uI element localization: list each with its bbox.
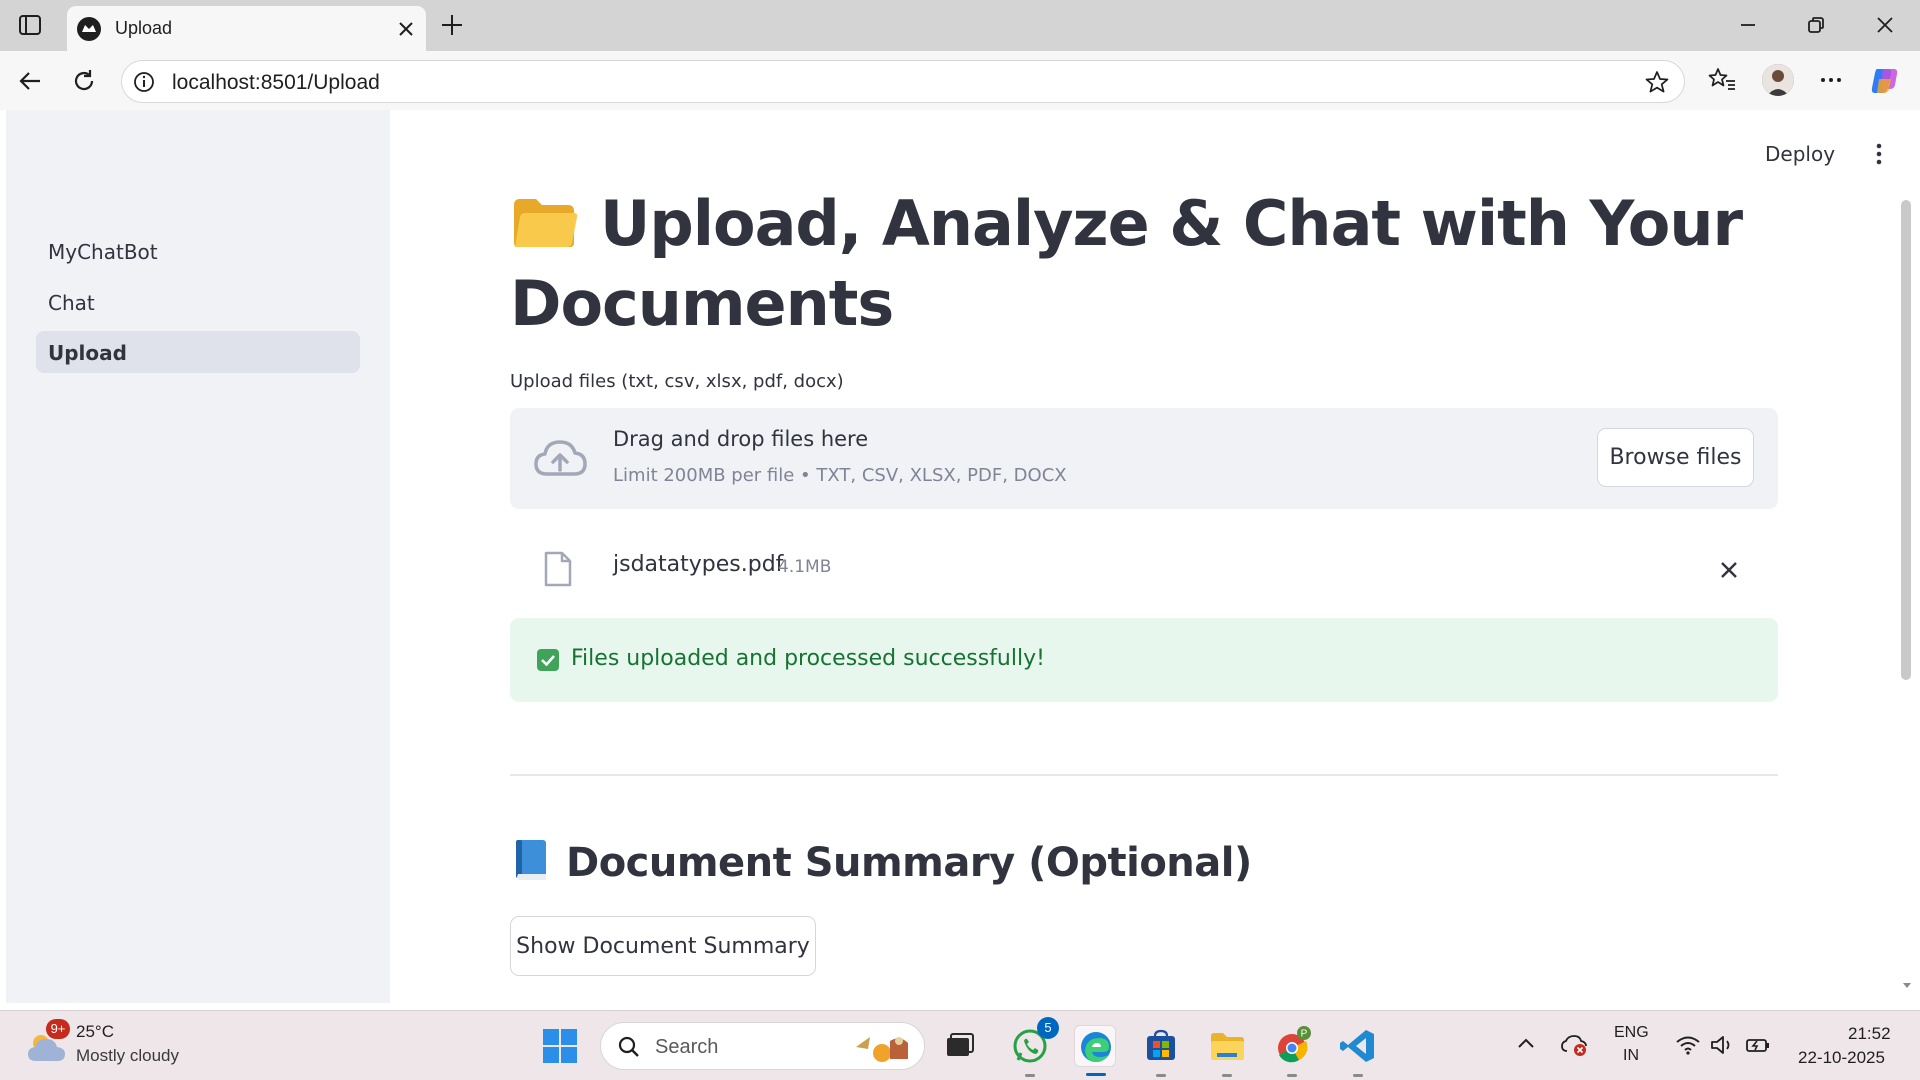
streamlit-favicon-icon [77,17,101,41]
dropzone-title: Drag and drop files here [613,427,869,451]
minimize-icon[interactable] [1736,13,1760,37]
success-alert: Files uploaded and processed successfull… [510,618,1778,702]
file-dropzone[interactable]: Drag and drop files here Limit 200MB per… [510,408,1778,509]
whatsapp-unread-badge: 5 [1037,1017,1059,1039]
search-highlight-icon [852,1029,914,1065]
file-icon [543,550,573,588]
summary-heading: Document Summary (Optional) [510,838,1252,886]
profile-avatar[interactable] [1762,64,1794,96]
reload-icon[interactable] [70,67,98,95]
address-bar[interactable]: localhost:8501/Upload [121,60,1685,103]
copilot-icon[interactable] [1869,65,1899,95]
main-menu-icon[interactable] [1867,140,1891,168]
sidebar-item-label: MyChatBot [48,240,158,264]
windows-start-icon[interactable] [542,1028,578,1064]
running-indicator [1156,1074,1166,1077]
browser-tab[interactable]: Upload [67,6,426,51]
favorite-star-icon[interactable] [1644,69,1670,95]
weather-temperature[interactable]: 25°C [76,1022,114,1042]
scroll-down-arrow-icon[interactable] [1901,978,1913,990]
taskbar-app-store[interactable] [1140,1025,1182,1077]
browser-toolbar: localhost:8501/Upload [0,51,1920,110]
show-hidden-icons-chevron-icon[interactable] [1515,1033,1537,1055]
tab-title: Upload [115,18,173,38]
site-info-icon[interactable] [133,71,155,93]
windows-taskbar: 9+ 25°C Mostly cloudy Search 5 P ENG IN … [0,1010,1920,1080]
browse-files-button[interactable]: Browse files [1597,428,1754,487]
taskbar-app-vscode[interactable] [1337,1025,1379,1077]
search-icon [617,1035,641,1059]
wifi-icon[interactable] [1675,1033,1701,1057]
running-indicator [1287,1074,1297,1077]
back-arrow-icon[interactable] [16,67,44,95]
summary-heading-text: Document Summary (Optional) [566,840,1252,886]
uploaded-file-size: 4.1MB [778,557,832,577]
sidebar-item-mychatbot[interactable]: MyChatBot [36,230,360,272]
checkmark-icon [537,649,559,671]
running-indicator [1086,1073,1106,1076]
input-region[interactable]: IN [1623,1047,1639,1065]
taskbar-app-taskview[interactable] [938,1025,980,1067]
favorites-list-icon[interactable] [1707,65,1737,95]
volume-icon[interactable] [1709,1033,1735,1057]
scrollbar[interactable] [1901,200,1911,680]
sidebar-item-chat[interactable]: Chat [36,281,360,323]
onedrive-error-icon[interactable] [1560,1033,1588,1057]
weather-badge: 9+ [46,1019,70,1039]
page-title-text: Upload, Analyze & Chat with Your Documen… [510,187,1743,340]
search-placeholder: Search [655,1036,719,1058]
taskbar-search[interactable]: Search [600,1022,925,1070]
clock-time[interactable]: 21:52 [1848,1024,1891,1044]
remove-file-icon[interactable] [1718,559,1740,581]
folder-icon [510,190,578,247]
clock-date[interactable]: 22-10-2025 [1798,1048,1885,1068]
taskbar-app-edge[interactable] [1074,1025,1116,1076]
cloud-upload-icon [532,436,588,482]
running-indicator [1025,1074,1035,1077]
taskbar-app-file-explorer[interactable] [1206,1025,1248,1077]
deploy-button[interactable]: Deploy [1765,142,1835,166]
sidebar-item-label: Chat [48,291,95,315]
taskbar-app-whatsapp[interactable]: 5 [1009,1017,1059,1077]
sidebar: MyChatBot Chat Upload [6,110,390,1003]
restore-icon[interactable] [1804,13,1828,37]
running-indicator [1222,1074,1232,1077]
uploaded-file-name: jsdatatypes.pdf [613,552,784,577]
running-indicator [1353,1074,1363,1077]
uploaded-file-row: jsdatatypes.pdf 4.1MB [510,525,1778,605]
tab-actions-icon[interactable] [18,13,42,37]
book-icon [510,838,550,882]
battery-charging-icon[interactable] [1745,1033,1771,1057]
more-options-icon[interactable] [1816,65,1846,95]
page-title: Upload, Analyze & Chat with Your Documen… [510,184,1830,344]
dropzone-limit-text: Limit 200MB per file • TXT, CSV, XLSX, P… [613,465,1067,486]
app-viewport: MyChatBot Chat Upload Deploy Upload, Ana… [6,110,1914,1003]
new-tab-icon[interactable] [438,11,466,39]
chrome-profile-letter: P [1301,1029,1308,1040]
weather-condition[interactable]: Mostly cloudy [76,1046,179,1066]
taskbar-app-chrome[interactable]: P [1271,1025,1313,1077]
url-text[interactable]: localhost:8501/Upload [172,71,380,95]
show-summary-button[interactable]: Show Document Summary [510,916,816,976]
sidebar-item-upload[interactable]: Upload [36,331,360,373]
sidebar-item-label: Upload [48,341,127,365]
close-window-icon[interactable] [1873,13,1897,37]
section-divider [510,774,1778,776]
browser-tab-bar: Upload [0,0,1920,51]
upload-label: Upload files (txt, csv, xlsx, pdf, docx) [510,371,844,392]
success-message: Files uploaded and processed successfull… [571,646,1045,671]
input-language[interactable]: ENG [1614,1024,1649,1042]
close-tab-icon[interactable] [394,17,418,41]
main-content: Deploy Upload, Analyze & Chat with Your … [390,110,1914,1003]
